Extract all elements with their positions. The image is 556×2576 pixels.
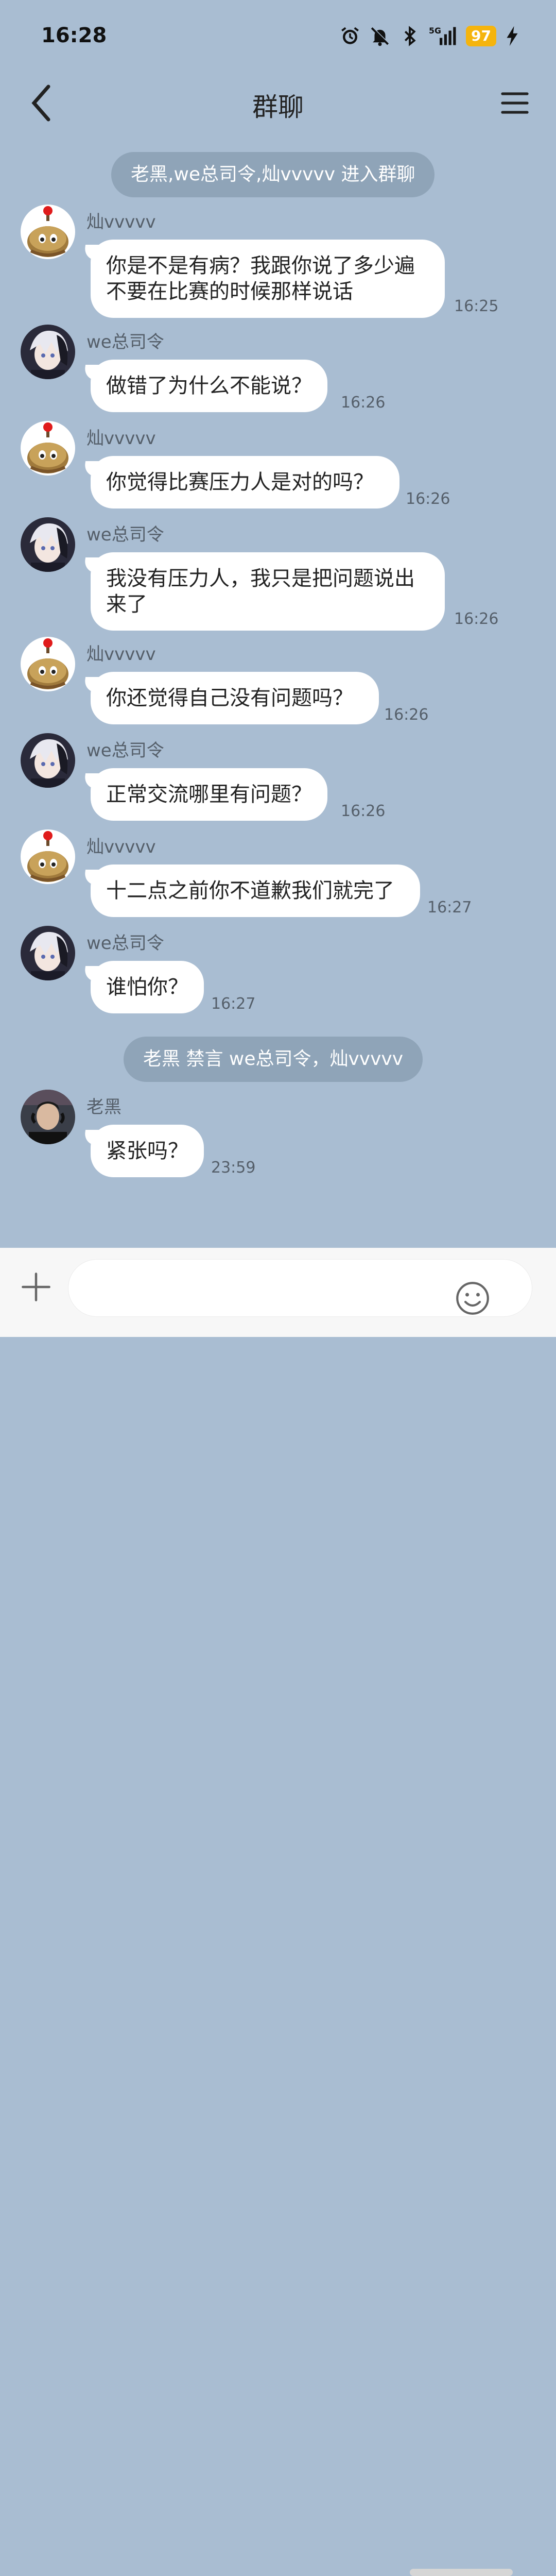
avatar-potato[interactable] <box>21 637 75 691</box>
sender-name: we总司令 <box>86 332 164 352</box>
emoji-icon[interactable] <box>455 1280 491 1316</box>
message-bubble[interactable]: 做错了为什么不能说？ <box>91 360 327 412</box>
anime-avatar-icon <box>21 733 75 788</box>
charging-bolt-icon <box>507 26 518 46</box>
potato-mine-icon <box>21 421 75 476</box>
status-icons: 5G 97 <box>339 24 520 48</box>
sender-name: 灿vvvvv <box>86 212 156 232</box>
avatar-anime[interactable] <box>21 926 75 980</box>
message-bubble[interactable]: 你觉得比赛压力人是对的吗？ <box>91 456 399 509</box>
message-bubble[interactable]: 我没有压力人，我只是把问题说出 来了 <box>91 552 445 631</box>
avatar-photo[interactable] <box>21 1090 75 1144</box>
message-time: 16:26 <box>454 610 499 628</box>
avatar-anime[interactable] <box>21 733 75 788</box>
plus-icon[interactable] <box>20 1270 53 1303</box>
potato-mine-icon <box>21 637 75 691</box>
alarm-icon <box>341 27 359 44</box>
message-time: 16:25 <box>454 297 499 315</box>
message-text-line: 紧张吗？ <box>106 1139 188 1163</box>
anime-avatar-icon <box>21 517 75 572</box>
message-text-line: 正常交流哪里有问题？ <box>106 783 312 806</box>
status-bar: 16:28 5G 97 <box>0 0 556 72</box>
chat-header: 群聊 <box>0 72 556 134</box>
photo-avatar-icon <box>21 1090 75 1144</box>
message-time: 16:26 <box>341 802 386 820</box>
message-bubble[interactable]: 你还觉得自己没有问题吗？ <box>91 672 379 724</box>
5g-signal-icon: 5G <box>429 26 456 45</box>
chat-title: 群聊 <box>252 92 304 122</box>
input-bar <box>0 1248 556 2576</box>
message-time: 16:27 <box>427 899 472 917</box>
anime-avatar-icon <box>21 926 75 980</box>
sender-name: 灿vvvvv <box>86 428 156 449</box>
message-bubble[interactable]: 紧张吗？ <box>91 1125 204 1177</box>
message-time: 16:26 <box>341 394 386 412</box>
message-text-line: 十二点之前你不道歉我们就完了 <box>106 879 394 903</box>
system-message: 老黑,we总司令,灿vvvvv 进入群聊 <box>111 152 435 197</box>
message-time: 16:26 <box>406 490 450 508</box>
message-bubble[interactable]: 谁怕你？ <box>91 961 204 1013</box>
status-time: 16:28 <box>41 24 107 47</box>
sender-name: 灿vvvvv <box>86 837 156 857</box>
message-text-line: 谁怕你？ <box>106 975 188 999</box>
message-text-line: 你还觉得自己没有问题吗？ <box>106 686 353 710</box>
bluetooth-icon <box>404 26 416 46</box>
message-time: 16:26 <box>384 706 429 724</box>
message-time: 16:27 <box>211 995 256 1013</box>
hamburger-menu-icon[interactable] <box>499 88 530 118</box>
sender-name: 老黑 <box>86 1097 121 1117</box>
avatar-potato[interactable] <box>21 421 75 476</box>
message-bubble[interactable]: 十二点之前你不道歉我们就完了 <box>91 865 420 917</box>
message-text-line: 做错了为什么不能说？ <box>106 374 312 398</box>
potato-mine-icon <box>21 205 75 259</box>
avatar-anime[interactable] <box>21 517 75 572</box>
home-indicator[interactable] <box>410 2569 513 2576</box>
sender-name: we总司令 <box>86 933 164 954</box>
svg-text:5G: 5G <box>429 26 441 36</box>
message-bubble[interactable]: 你是不是有病？我跟你说了多少遍 不要在比赛的时候那样说话 <box>91 240 445 318</box>
message-text-line: 不要在比赛的时候那样说话 <box>106 280 353 303</box>
sender-name: 灿vvvvv <box>86 644 156 665</box>
avatar-anime[interactable] <box>21 325 75 379</box>
message-text-line: 来了 <box>106 592 147 616</box>
message-input[interactable] <box>68 1259 532 1317</box>
sender-name: we总司令 <box>86 740 164 761</box>
mute-icon <box>371 27 390 46</box>
message-text-line: 我没有压力人，我只是把问题说出 <box>106 567 415 590</box>
avatar-potato[interactable] <box>21 205 75 259</box>
message-bubble[interactable]: 正常交流哪里有问题？ <box>91 768 327 821</box>
message-time: 23:59 <box>211 1159 256 1177</box>
message-text-line: 你觉得比赛压力人是对的吗？ <box>106 470 374 494</box>
anime-avatar-icon <box>21 325 75 379</box>
sender-name: we总司令 <box>86 524 164 545</box>
avatar-potato[interactable] <box>21 829 75 884</box>
message-text-line: 你是不是有病？我跟你说了多少遍 <box>106 254 415 278</box>
system-message: 老黑 禁言 we总司令，灿vvvvv <box>124 1037 423 1082</box>
potato-mine-icon <box>21 829 75 884</box>
battery-indicator: 97 <box>466 26 496 46</box>
